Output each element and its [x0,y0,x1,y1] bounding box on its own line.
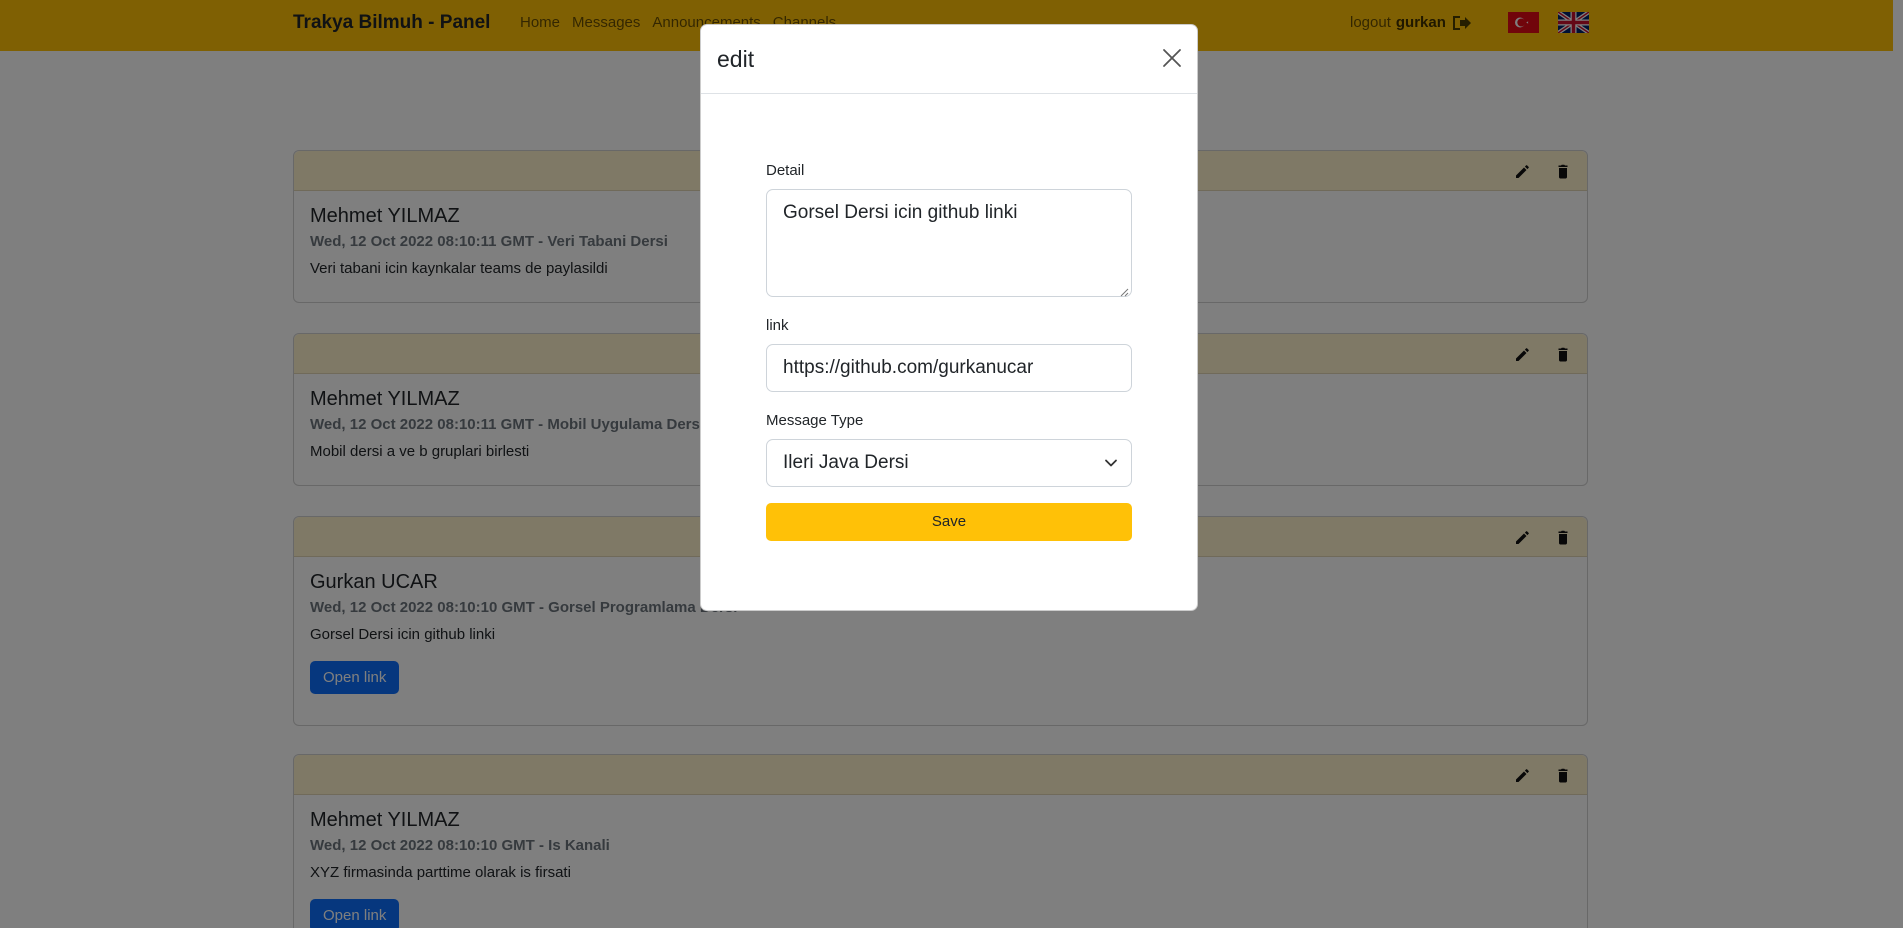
message-type-label: Message Type [766,412,864,429]
edit-modal: edit Detail Gorsel Dersi icin github lin… [700,24,1198,611]
message-type-select[interactable]: Ileri Java Dersi [766,439,1132,487]
edit-form: Detail Gorsel Dersi icin github linki li… [766,162,1132,541]
modal-header: edit [701,25,1197,94]
link-input[interactable] [766,344,1132,392]
detail-label: Detail [766,162,805,179]
chevron-down-icon [1104,456,1118,470]
modal-title: edit [717,46,755,72]
message-type-value[interactable]: Ileri Java Dersi [766,439,1132,487]
save-button[interactable]: Save [766,503,1132,541]
close-icon[interactable] [1161,47,1183,69]
resize-grip-icon[interactable] [1119,284,1129,297]
link-label: link [766,317,789,334]
detail-textarea[interactable]: Gorsel Dersi icin github linki [766,189,1132,297]
